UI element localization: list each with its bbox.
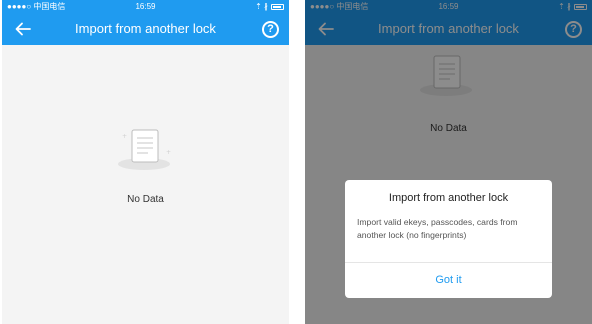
svg-text:+: +	[166, 149, 171, 156]
dialog-message: Import valid ekeys, passcodes, cards fro…	[357, 217, 518, 240]
screen-dialog: ●●●●○ 中国电信 16:59 ⇡ ∦ Import from another…	[305, 0, 592, 324]
no-data-label: No Data	[127, 194, 164, 205]
empty-document-icon: + +	[118, 129, 171, 170]
battery-icon	[271, 3, 284, 10]
status-indicators: ⇡ ∦	[255, 0, 284, 13]
help-button[interactable]: ?	[262, 21, 279, 38]
location-bluetooth-icons: ⇡ ∦	[255, 2, 268, 11]
got-it-button[interactable]: Got it	[345, 263, 552, 298]
dialog-title: Import from another lock	[388, 192, 509, 204]
page-title: Import from another lock	[75, 21, 216, 36]
import-info-dialog: Import from another lock Import valid ek…	[345, 180, 552, 298]
navbar: Import from another lock ?	[2, 13, 289, 45]
screen-empty-state: ●●●●○ 中国电信 16:59 ⇡ ∦ Import from another…	[2, 0, 289, 324]
status-bar: ●●●●○ 中国电信 16:59 ⇡ ∦	[2, 0, 289, 13]
svg-text:+: +	[122, 133, 127, 140]
clock-label: 16:59	[135, 2, 156, 11]
